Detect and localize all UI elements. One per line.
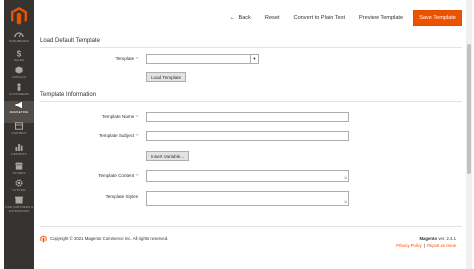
sidebar-item-label: SALES [13,58,25,62]
sidebar-item-label: STORES [12,171,26,175]
load-default-template-heading: Load Default Template [40,38,100,44]
privacy-policy-link[interactable]: Privacy Policy [396,243,421,248]
template-label: Template * [115,56,138,61]
sidebar-item-partners[interactable]: FIND PARTNERS & EXTENSIONS [4,196,34,220]
required-marker: * [136,173,138,178]
template-name-label: Template Name * [102,114,138,119]
sidebar-item-label: CATALOG [11,75,27,79]
sidebar-item-marketing[interactable]: MARKETING [4,101,34,123]
template-information-heading: Template Information [40,92,97,98]
copyright-text: Copyright © 2021 Magento Commerce Inc. A… [50,236,169,241]
store-icon [15,162,23,170]
template-name-input[interactable] [146,112,349,122]
megaphone-icon [15,101,22,109]
template-subject-label: Template Subject * [98,133,138,138]
svg-text:$: $ [17,50,22,58]
magento-logo-icon [40,235,47,243]
insert-variable-button[interactable]: Insert Variable... [146,151,190,161]
template-styles-label: Template Styles [105,194,138,199]
sidebar-item-label: REPORTS [11,152,27,156]
sidebar-item-label: SYSTEM [12,188,26,192]
dollar-icon: $ [17,50,22,58]
save-template-button[interactable]: Save Template [413,10,462,26]
page-actions: ← Back Reset Convert to Plain Text Previ… [215,10,462,26]
template-content-textarea[interactable]: ⇲ [146,170,349,182]
divider [40,47,462,48]
convert-to-plain-text-button[interactable]: Convert to Plain Text [294,10,346,26]
sidebar-item-label: CONTENT [11,131,27,135]
arrow-left-icon: ← [229,15,236,21]
template-subject-input[interactable] [146,131,349,141]
resize-handle-icon[interactable]: ⇲ [344,176,347,180]
template-select[interactable]: ▼ [146,54,259,64]
sidebar-item-label: CUSTOMERS [8,92,29,96]
separator: | [423,243,425,248]
divider [40,101,462,102]
version-text: Magento ver. 2.4.1 [419,236,456,241]
reset-button[interactable]: Reset [265,10,280,26]
template-content-label: Template Content * [98,173,138,178]
sidebar-item-label: DASHBOARD [9,39,29,43]
person-icon [17,83,21,91]
report-issue-link[interactable]: Report an Issue [427,243,456,248]
required-marker: * [136,56,138,61]
chevron-down-icon[interactable]: ▼ [250,55,258,63]
scrollbar-thumb[interactable] [467,44,471,174]
required-marker: * [136,114,138,119]
bar-chart-icon [15,144,23,151]
magento-logo-icon[interactable] [10,6,28,26]
layout-icon [15,122,23,130]
gear-icon [15,179,23,187]
admin-sidebar: DASHBOARD $ SALES CATALOG CUSTOMERS MARK… [4,0,34,269]
sidebar-item-content[interactable]: CONTENT [4,122,34,144]
required-marker: * [136,133,138,138]
cube-icon [15,66,23,74]
preview-template-button[interactable]: Preview Template [359,10,403,26]
back-button[interactable]: ← Back [229,10,250,26]
template-styles-textarea[interactable]: ⇲ [146,191,349,206]
load-template-button[interactable]: Load Template [146,72,187,82]
footer-divider [40,226,462,227]
box-icon [15,196,23,204]
sidebar-item-label: MARKETING [9,110,29,114]
sidebar-item-label: FIND PARTNERS & EXTENSIONS [4,205,34,213]
resize-handle-icon[interactable]: ⇲ [344,200,347,204]
dashboard-icon [14,32,24,38]
footer-links: Privacy Policy | Report an Issue [396,243,456,248]
